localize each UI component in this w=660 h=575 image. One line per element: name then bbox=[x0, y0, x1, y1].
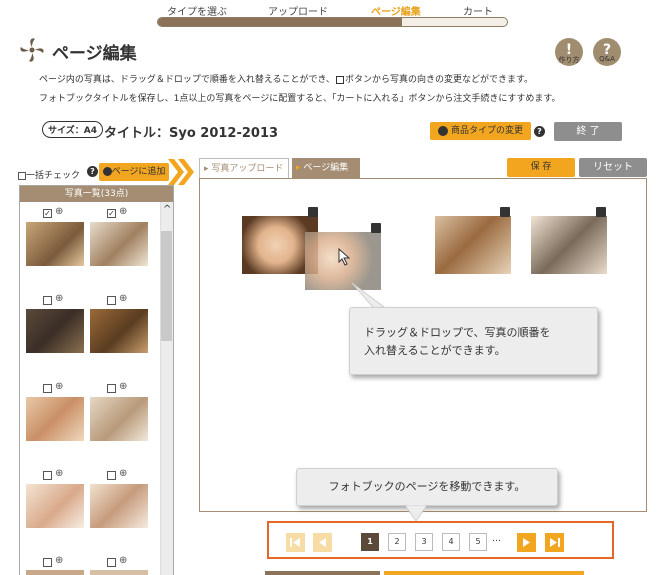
pencil-icon[interactable] bbox=[596, 207, 606, 217]
next-page-icon bbox=[523, 538, 530, 547]
page-button[interactable]: 2 bbox=[388, 533, 406, 551]
photo-thumbnail[interactable] bbox=[26, 570, 84, 575]
photo-checkbox[interactable] bbox=[107, 471, 116, 480]
photo-thumbnail[interactable] bbox=[90, 570, 148, 575]
logo-icon bbox=[20, 38, 44, 62]
photo-checkbox[interactable] bbox=[43, 296, 52, 305]
help-icon[interactable]: ? bbox=[534, 126, 545, 137]
pencil-icon[interactable] bbox=[308, 207, 318, 217]
zoom-icon[interactable]: ⊕ bbox=[55, 468, 63, 479]
tab-page-edit[interactable]: ▸ ページ編集 bbox=[292, 158, 360, 178]
description-line-1-b: ボタンから写真の向きの変更などができます。 bbox=[344, 75, 534, 85]
page-button[interactable]: 5 bbox=[469, 533, 487, 551]
page-photo[interactable] bbox=[435, 216, 511, 274]
pagination: 1 2 3 4 5 … bbox=[267, 521, 614, 559]
add-to-page-label: ページに追加 bbox=[111, 167, 166, 177]
book-title: タイトル：Syo 2012-2013 bbox=[104, 126, 279, 141]
step-page-edit: ページ編集 bbox=[371, 7, 421, 18]
photo-checkbox[interactable]: ✓ bbox=[43, 209, 52, 218]
select-all-label: 一括チェック bbox=[26, 171, 81, 181]
zoom-icon[interactable]: ⊕ bbox=[119, 206, 127, 217]
last-page-icon bbox=[550, 538, 560, 547]
change-type-button[interactable]: 商品タイプの変更 bbox=[430, 122, 531, 140]
howto-label: 作り方 bbox=[558, 56, 580, 64]
cursor-icon bbox=[338, 248, 351, 266]
description-line-2: フォトブックタイトルを保存し、1点以上の写真をページに配置すると、「カートに入れ… bbox=[39, 94, 561, 104]
scrollbar-thumb[interactable] bbox=[161, 231, 172, 341]
zoom-icon[interactable]: ⊕ bbox=[119, 555, 127, 566]
photo-checkbox[interactable] bbox=[43, 384, 52, 393]
page-button[interactable]: 4 bbox=[442, 533, 460, 551]
photo-thumbnail[interactable] bbox=[26, 309, 84, 353]
zoom-icon[interactable]: ⊕ bbox=[55, 293, 63, 304]
bottom-button[interactable] bbox=[265, 571, 380, 575]
page-title: ページ編集 bbox=[52, 44, 137, 64]
photo-checkbox[interactable] bbox=[43, 471, 52, 480]
drag-drop-tooltip-line-1: ドラッグ＆ドロップで、写真の順番を bbox=[364, 326, 551, 339]
photo-thumbnail[interactable] bbox=[90, 222, 148, 266]
step-upload: アップロード bbox=[268, 7, 328, 18]
reset-button[interactable]: リセット bbox=[579, 158, 647, 177]
triangle-icon: ▸ bbox=[296, 163, 301, 173]
drag-drop-tooltip-line-2: 入れ替えることができます。 bbox=[364, 344, 506, 357]
pager-tooltip: フォトブックのページを移動できます。 bbox=[296, 468, 558, 506]
tab-page-edit-label: ページ編集 bbox=[303, 163, 349, 173]
step-select-type: タイプを選ぶ bbox=[167, 7, 227, 18]
change-type-label: 商品タイプの変更 bbox=[450, 126, 523, 136]
size-badge: サイズ：A4 bbox=[42, 121, 103, 138]
play-circle-icon bbox=[437, 125, 448, 136]
pencil-icon bbox=[335, 75, 344, 84]
chevron-arrows-icon bbox=[168, 159, 194, 185]
pencil-icon[interactable] bbox=[500, 207, 510, 217]
select-all-checkbox[interactable] bbox=[18, 171, 26, 180]
photo-checkbox[interactable] bbox=[43, 558, 52, 567]
step-progress-fill bbox=[158, 18, 403, 26]
zoom-icon[interactable]: ⊕ bbox=[119, 381, 127, 392]
zoom-icon[interactable]: ⊕ bbox=[55, 555, 63, 566]
tab-photo-upload-label: 写真アップロード bbox=[211, 164, 284, 174]
photo-checkbox[interactable] bbox=[107, 558, 116, 567]
page-ellipsis: … bbox=[492, 534, 501, 544]
zoom-icon[interactable]: ⊕ bbox=[55, 381, 63, 392]
bottom-button[interactable] bbox=[384, 571, 584, 575]
photo-checkbox[interactable] bbox=[107, 296, 116, 305]
zoom-icon[interactable]: ⊕ bbox=[55, 206, 63, 217]
tab-photo-upload[interactable]: ▸ 写真アップロード bbox=[199, 158, 289, 178]
page-button[interactable]: 3 bbox=[415, 533, 433, 551]
select-all[interactable]: 一括チェック bbox=[18, 168, 80, 181]
triangle-icon: ▸ bbox=[204, 164, 209, 174]
photo-thumbnail[interactable] bbox=[26, 397, 84, 441]
photo-checkbox[interactable]: ✓ bbox=[107, 209, 116, 218]
zoom-icon[interactable]: ⊕ bbox=[119, 293, 127, 304]
save-button[interactable]: 保 存 bbox=[507, 158, 575, 177]
photo-list-header: 写真一覧(33点) bbox=[20, 186, 173, 202]
add-to-page-button[interactable]: ページに追加 bbox=[99, 163, 169, 181]
step-progress-bar bbox=[157, 17, 508, 27]
description-line-1-a: ページ内の写真は、ドラッグ＆ドロップで順番を入れ替えることができ、 bbox=[39, 75, 335, 85]
plus-circle-icon bbox=[102, 167, 112, 176]
finish-button[interactable]: 終 了 bbox=[554, 122, 622, 141]
photo-thumbnail[interactable] bbox=[26, 222, 84, 266]
scrollbar[interactable]: ^ bbox=[160, 202, 173, 575]
pencil-icon[interactable] bbox=[371, 223, 381, 233]
help-icon[interactable]: ? bbox=[87, 166, 98, 177]
page-photo[interactable] bbox=[531, 216, 607, 274]
photo-thumbnail[interactable] bbox=[90, 484, 148, 528]
prev-page-icon bbox=[319, 538, 326, 547]
first-page-icon bbox=[290, 538, 300, 547]
photo-thumbnail[interactable] bbox=[90, 309, 148, 353]
step-cart: カート bbox=[463, 7, 493, 18]
photo-thumbnail[interactable] bbox=[90, 397, 148, 441]
page-button[interactable]: 1 bbox=[361, 533, 379, 551]
photo-checkbox[interactable] bbox=[107, 384, 116, 393]
description-line-1: ページ内の写真は、ドラッグ＆ドロップで順番を入れ替えることができ、 ボタンから写真… bbox=[39, 72, 533, 85]
qa-label: Q&A bbox=[599, 55, 615, 63]
scroll-up-icon[interactable]: ^ bbox=[163, 204, 171, 215]
drag-drop-tooltip: ドラッグ＆ドロップで、写真の順番を 入れ替えることができます。 bbox=[349, 307, 598, 375]
photo-thumbnail[interactable] bbox=[26, 484, 84, 528]
tooltip-pointer bbox=[405, 505, 427, 521]
zoom-icon[interactable]: ⊕ bbox=[119, 468, 127, 479]
